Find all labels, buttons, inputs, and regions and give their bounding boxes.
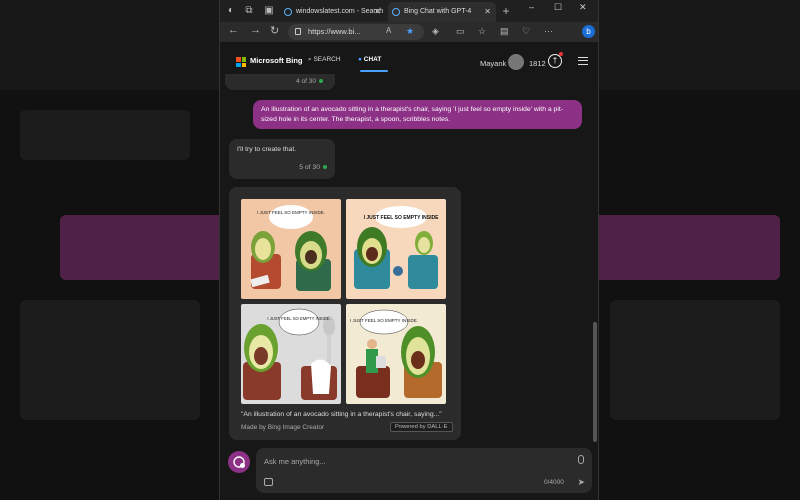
address-toolbar: ← → ↻ https://www.bi... A ★ ◈ ▭ ☆ ▤ ♡ ··… <box>220 22 598 42</box>
new-tab-button[interactable]: + <box>499 4 513 18</box>
generated-image-2[interactable]: I JUST FEEL SO EMPTY INSIDE <box>346 199 446 299</box>
bing-chat-page: Microsoft Bing ⌕ SEARCH ● CHAT Mayank 18… <box>220 42 598 500</box>
browser-window: ◐ ⧉ ▣ windowslatest.com - Search ✕ Bing … <box>219 0 599 500</box>
generated-image-4[interactable]: I JUST FEEL SO EMPTY INSIDE. <box>346 304 446 404</box>
user-name[interactable]: Mayank <box>480 59 506 68</box>
send-icon[interactable]: ➤ <box>577 477 585 488</box>
broom-icon <box>233 456 245 468</box>
tab-actions-icon[interactable]: ▣ <box>262 4 276 18</box>
speech-bubble-text: I JUST FEEL SO EMPTY INSIDE. <box>267 316 330 321</box>
brand-name[interactable]: Microsoft Bing <box>250 56 303 65</box>
tab-bing-chat[interactable]: Bing Chat with GPT-4 ✕ <box>388 2 496 22</box>
background-block <box>610 300 780 420</box>
workspaces-icon[interactable]: ⧉ <box>242 4 256 18</box>
active-tab-indicator <box>360 70 388 72</box>
read-aloud-icon[interactable]: A <box>386 26 391 35</box>
copilot-icon[interactable]: b <box>582 25 595 38</box>
chat-composer[interactable]: Ask me anything... 0/4000 ➤ <box>256 448 592 493</box>
split-screen-icon[interactable]: ▭ <box>456 26 465 37</box>
search-tab-icon <box>284 8 292 16</box>
bing-tab-icon <box>392 8 400 16</box>
forward-button[interactable]: → <box>250 24 261 36</box>
powered-by-badge: Powered by DALL·E <box>390 422 453 432</box>
extensions-icon[interactable]: ◈ <box>432 26 439 37</box>
refresh-button[interactable]: ↻ <box>270 24 279 37</box>
tab-bar: ◐ ⧉ ▣ windowslatest.com - Search ✕ Bing … <box>220 0 598 22</box>
tab-title: Bing Chat with GPT-4 <box>404 8 472 15</box>
address-bar[interactable]: https://www.bi... <box>288 24 424 40</box>
close-window-button[interactable]: ✕ <box>579 2 587 13</box>
composer-placeholder[interactable]: Ask me anything... <box>264 457 326 466</box>
speech-bubble-text: I JUST FEEL SO EMPTY INSIDE <box>364 215 439 221</box>
settings-more-icon[interactable]: ··· <box>544 26 553 36</box>
nav-search[interactable]: ⌕ SEARCH <box>308 56 341 64</box>
tab-search[interactable]: windowslatest.com - Search ✕ <box>280 2 386 22</box>
background-block <box>20 110 190 160</box>
profile-icon[interactable]: ◐ <box>224 4 238 18</box>
favorite-star-icon[interactable]: ★ <box>406 26 414 37</box>
minimize-button[interactable]: – <box>529 2 534 12</box>
scrollbar-thumb[interactable] <box>593 322 597 442</box>
speech-bubble-text: I JUST FEEL SO EMPTY INSIDE. <box>257 210 325 215</box>
turn-count: 5 of 30 <box>299 164 320 171</box>
turn-counter: 5 of 30 <box>299 164 327 171</box>
browser-essentials-icon[interactable]: ♡ <box>522 26 530 37</box>
nav-search-label: SEARCH <box>313 56 341 63</box>
favorites-icon[interactable]: ☆ <box>478 26 486 37</box>
new-topic-button[interactable] <box>228 451 250 473</box>
lock-icon <box>295 28 301 35</box>
made-by-label: Made by Bing Image Creator <box>241 424 325 431</box>
previous-turn-counter: 4 of 30 <box>225 74 335 90</box>
turn-count: 4 of 30 <box>296 78 316 85</box>
chat-icon: ● <box>358 56 362 63</box>
user-message: An illustration of an avocado sitting in… <box>253 100 582 129</box>
hamburger-menu-icon[interactable] <box>578 57 588 65</box>
image-caption: "An illustration of an avocado sitting i… <box>241 411 442 418</box>
close-tab-icon[interactable]: ✕ <box>374 2 381 22</box>
nav-chat-label: CHAT <box>363 56 382 63</box>
status-dot <box>323 165 327 170</box>
tab-title: windowslatest.com - Search <box>296 8 384 15</box>
notification-dot <box>559 52 563 56</box>
microsoft-logo-icon[interactable] <box>236 57 246 67</box>
image-creator-card: I JUST FEEL SO EMPTY INSIDE. I JUST FEEL… <box>229 187 461 440</box>
generated-image-3[interactable]: I JUST FEEL SO EMPTY INSIDE. <box>241 304 341 404</box>
speech-bubble-text: I JUST FEEL SO EMPTY INSIDE. <box>350 318 418 323</box>
bot-message: I'll try to create that. 5 of 30 <box>229 139 335 179</box>
rewards-points[interactable]: 1812 <box>529 59 546 68</box>
status-dot <box>319 79 323 84</box>
url-text: https://www.bi... <box>308 27 361 36</box>
maximize-button[interactable]: ☐ <box>554 2 562 13</box>
background-block <box>20 300 200 420</box>
visual-search-icon[interactable] <box>264 478 273 486</box>
collections-icon[interactable]: ▤ <box>500 26 509 37</box>
bot-message-text: I'll try to create that. <box>237 146 297 153</box>
generated-image-1[interactable]: I JUST FEEL SO EMPTY INSIDE. <box>241 199 341 299</box>
rewards-trophy-icon[interactable]: † <box>548 54 562 68</box>
microphone-icon[interactable] <box>578 455 584 464</box>
character-counter: 0/4000 <box>544 479 564 486</box>
close-tab-icon[interactable]: ✕ <box>484 2 491 22</box>
avatar[interactable] <box>508 54 524 70</box>
back-button[interactable]: ← <box>228 24 239 36</box>
nav-chat[interactable]: ● CHAT <box>358 56 381 63</box>
